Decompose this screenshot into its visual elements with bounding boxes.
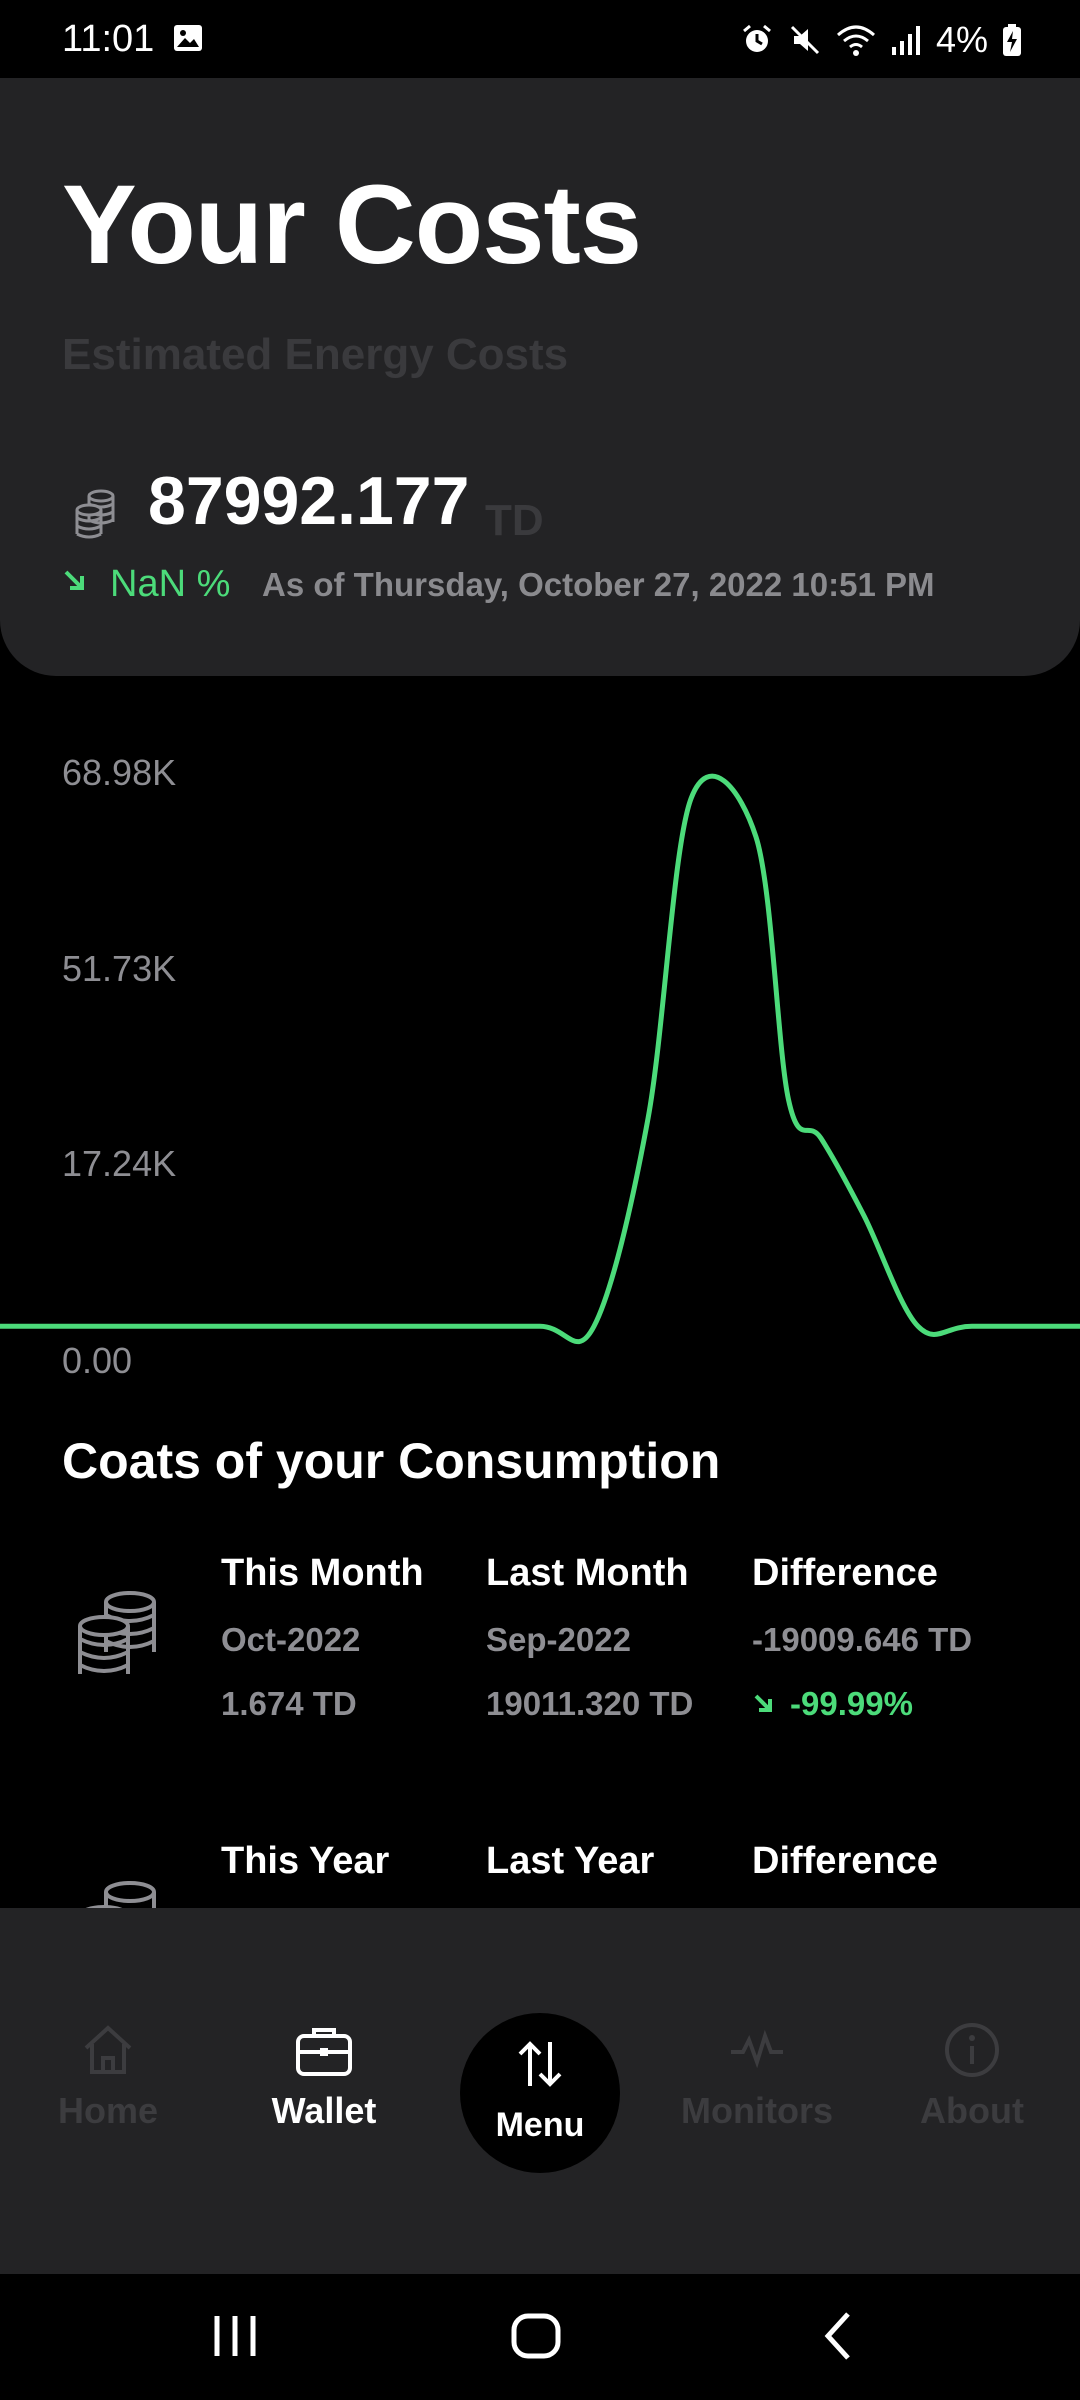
last-month-value: 19011.320 TD bbox=[486, 1685, 694, 1722]
cost-line-chart bbox=[0, 773, 1080, 1345]
section-title: Coats of your Consumption bbox=[62, 1433, 721, 1489]
nav-wallet-label: Wallet bbox=[271, 2090, 377, 2131]
change-percent: NaN % bbox=[110, 563, 231, 605]
last-year-label: Last Year bbox=[486, 1840, 655, 1882]
estimated-costs-label: Estimated Energy Costs bbox=[62, 330, 569, 379]
wallet-icon bbox=[296, 2028, 352, 2076]
status-bar: 11:01 4% bbox=[0, 0, 1080, 78]
nav-monitors[interactable]: Monitors bbox=[667, 2020, 847, 2132]
this-month-period: Oct-2022 bbox=[221, 1621, 361, 1658]
nav-about-label: About bbox=[920, 2090, 1024, 2131]
wifi-icon bbox=[836, 25, 875, 56]
monthly-difference-value: -19009.646 TD bbox=[752, 1621, 973, 1658]
nav-wallet[interactable]: Wallet bbox=[234, 2020, 414, 2132]
battery-charging-icon bbox=[1003, 24, 1021, 56]
status-time: 11:01 bbox=[62, 18, 155, 60]
home-icon bbox=[84, 2025, 132, 2074]
yearly-difference-label: Difference bbox=[752, 1840, 938, 1882]
mute-icon bbox=[790, 25, 820, 55]
cost-series-line bbox=[0, 773, 1080, 1345]
status-icons: 4% bbox=[740, 18, 1022, 62]
last-month-label: Last Month bbox=[486, 1552, 689, 1594]
pulse-icon bbox=[731, 2029, 783, 2069]
this-year-label: This Year bbox=[221, 1840, 390, 1882]
nav-menu-label: Menu bbox=[495, 2106, 585, 2144]
recent-apps-icon[interactable] bbox=[205, 2306, 265, 2366]
monthly-difference-percent: -99.99% bbox=[790, 1685, 913, 1722]
this-month-label: This Month bbox=[221, 1552, 424, 1594]
nav-about[interactable]: About bbox=[882, 2020, 1062, 2132]
as-of-timestamp: As of Thursday, October 27, 2022 10:51 P… bbox=[262, 566, 935, 603]
coins-icon bbox=[75, 489, 115, 539]
total-cost-value: 87992.177 bbox=[148, 463, 470, 539]
coins-stack-icon bbox=[78, 1591, 156, 1674]
gallery-icon bbox=[174, 25, 202, 51]
nav-monitors-label: Monitors bbox=[681, 2090, 833, 2131]
trend-down-icon bbox=[64, 570, 84, 590]
monthly-difference-label: Difference bbox=[752, 1552, 938, 1594]
last-month-period: Sep-2022 bbox=[486, 1621, 631, 1658]
trend-down-icon bbox=[754, 1694, 772, 1712]
page-title: Your Costs bbox=[62, 162, 642, 287]
info-icon bbox=[945, 2023, 999, 2077]
back-icon[interactable] bbox=[810, 2306, 870, 2366]
alarm-icon bbox=[743, 24, 771, 52]
home-button-icon[interactable] bbox=[506, 2306, 566, 2366]
total-cost-unit: TD bbox=[485, 496, 544, 545]
signal-icon bbox=[891, 26, 920, 55]
coins-stack-icon bbox=[85, 1881, 156, 1908]
this-month-value: 1.674 TD bbox=[221, 1685, 357, 1722]
nav-home-label: Home bbox=[57, 2090, 159, 2131]
nav-home[interactable]: Home bbox=[18, 2020, 198, 2132]
swap-vertical-icon bbox=[518, 2041, 562, 2087]
battery-level: 4% bbox=[935, 19, 988, 60]
